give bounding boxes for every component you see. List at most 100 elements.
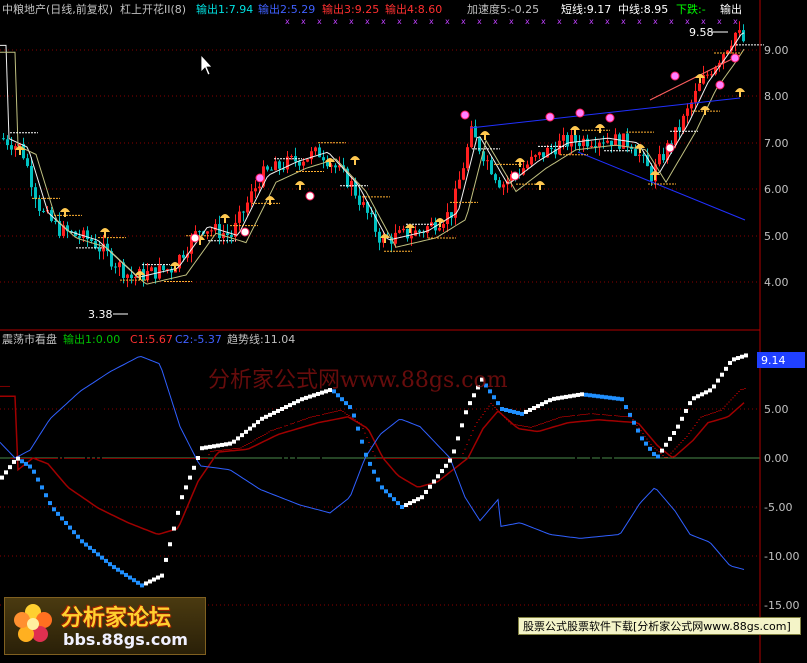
oscillator-step bbox=[584, 392, 588, 397]
oscillator-step bbox=[248, 426, 252, 431]
histogram-bar bbox=[152, 458, 154, 459]
candle-body bbox=[290, 155, 293, 157]
oscillator-step bbox=[8, 465, 12, 470]
histogram-bar bbox=[338, 410, 340, 411]
oscillator-step bbox=[12, 459, 16, 464]
chart-canvas[interactable]: x x x x x x x x x x x x x x x x x x x x x x x x x x x x x 中粮地产(日线,前复… bbox=[0, 0, 807, 663]
oscillator-step bbox=[388, 493, 392, 498]
oscillator-step bbox=[124, 572, 128, 577]
oscillator-step bbox=[504, 407, 508, 412]
x-marker: x bbox=[717, 17, 722, 26]
osc-axis-m10: -10.00 bbox=[764, 550, 799, 563]
candle-body bbox=[426, 226, 429, 233]
histogram-bar bbox=[646, 438, 648, 440]
histogram-bar bbox=[680, 442, 682, 444]
axis-label-9: 9.00 bbox=[764, 44, 789, 57]
signal-circle-icon bbox=[255, 173, 265, 183]
histogram-bar bbox=[446, 458, 448, 459]
histogram-bar bbox=[564, 416, 566, 417]
oscillator-step bbox=[152, 577, 156, 582]
histogram-bar bbox=[124, 458, 126, 459]
histogram-bar bbox=[718, 410, 720, 412]
histogram-bar bbox=[418, 458, 420, 459]
histogram-bar bbox=[422, 458, 424, 459]
histogram-gap bbox=[295, 389, 297, 552]
x-marker: x bbox=[333, 17, 338, 26]
histogram-bar bbox=[582, 414, 584, 415]
histogram-bar bbox=[528, 426, 530, 428]
histogram-bar bbox=[72, 458, 74, 459]
candle-body bbox=[30, 165, 33, 188]
histogram-bar bbox=[468, 439, 470, 441]
histogram-bar bbox=[702, 416, 704, 417]
x-marker: x bbox=[301, 17, 306, 26]
x-marker: x bbox=[461, 17, 466, 26]
histogram-bar bbox=[240, 447, 242, 449]
histogram-bar bbox=[74, 458, 76, 459]
candle-body bbox=[322, 157, 325, 161]
flower-logo-icon bbox=[14, 604, 52, 642]
oscillator-step bbox=[212, 444, 216, 449]
oscillator-step bbox=[728, 360, 732, 365]
candle-body bbox=[38, 199, 41, 211]
histogram-bar bbox=[114, 458, 116, 459]
histogram-bar bbox=[410, 458, 412, 459]
histogram-bar bbox=[490, 403, 492, 404]
histogram-bar bbox=[28, 458, 30, 459]
oscillator-step bbox=[572, 393, 576, 398]
histogram-bar bbox=[522, 425, 524, 427]
histogram-bar bbox=[120, 458, 122, 459]
candle-body bbox=[402, 228, 405, 231]
oscillator-step bbox=[184, 485, 188, 490]
oscillator-step bbox=[252, 423, 256, 428]
histogram-bar bbox=[550, 420, 552, 421]
histogram-bar bbox=[548, 420, 550, 422]
candle-body bbox=[458, 179, 461, 189]
histogram-bar bbox=[146, 458, 148, 459]
histogram-bar bbox=[560, 416, 562, 418]
forum-logo[interactable]: 分析家论坛 bbs.88gs.com bbox=[4, 597, 206, 655]
candle-body bbox=[410, 235, 413, 239]
signal-marker-stem bbox=[384, 238, 386, 243]
signal-circle-icon bbox=[665, 143, 675, 153]
histogram-bar bbox=[494, 407, 496, 408]
signal-marker-stem bbox=[699, 78, 701, 83]
oscillator-step bbox=[696, 394, 700, 399]
signal-marker-stem bbox=[199, 240, 201, 245]
candle-body bbox=[658, 154, 661, 165]
histogram-bar bbox=[716, 411, 718, 412]
x-marker: x bbox=[445, 17, 450, 26]
x-marker: x bbox=[541, 17, 546, 26]
histogram-gap bbox=[58, 389, 60, 552]
histogram-bar bbox=[480, 416, 482, 418]
histogram-bar bbox=[108, 458, 110, 459]
oscillator-step bbox=[72, 530, 76, 535]
histogram-bar bbox=[128, 458, 130, 459]
candle-body bbox=[42, 210, 45, 212]
oscillator-step bbox=[428, 484, 432, 489]
histogram-bar bbox=[648, 441, 650, 443]
download-banner[interactable]: 股票公式股票软件下载[分析家公式网www.88gs.com] bbox=[518, 617, 801, 635]
histogram-bar bbox=[540, 423, 542, 425]
histogram-bar bbox=[210, 451, 212, 452]
oscillator-step bbox=[600, 394, 604, 399]
candle-body bbox=[218, 224, 221, 239]
histogram-bar bbox=[698, 419, 700, 421]
candle-body bbox=[226, 233, 229, 236]
legend-c2: C2:-5.37 bbox=[175, 333, 222, 346]
histogram-bar bbox=[670, 452, 672, 454]
signal-circle-icon bbox=[575, 108, 585, 118]
oscillator-step bbox=[640, 436, 644, 441]
histogram-bar bbox=[228, 449, 230, 450]
histogram-bar bbox=[728, 401, 730, 403]
histogram-bar bbox=[392, 458, 394, 459]
histogram-bar bbox=[608, 414, 610, 416]
histogram-bar bbox=[202, 458, 204, 459]
signal-marker-icon bbox=[635, 144, 645, 148]
signal-marker-icon bbox=[435, 218, 445, 222]
legend-trend: 下跌:- bbox=[676, 2, 706, 16]
histogram-bar bbox=[24, 458, 26, 459]
x-marker: x bbox=[605, 17, 610, 26]
oscillator-step bbox=[80, 539, 84, 544]
histogram-bar bbox=[130, 458, 132, 459]
